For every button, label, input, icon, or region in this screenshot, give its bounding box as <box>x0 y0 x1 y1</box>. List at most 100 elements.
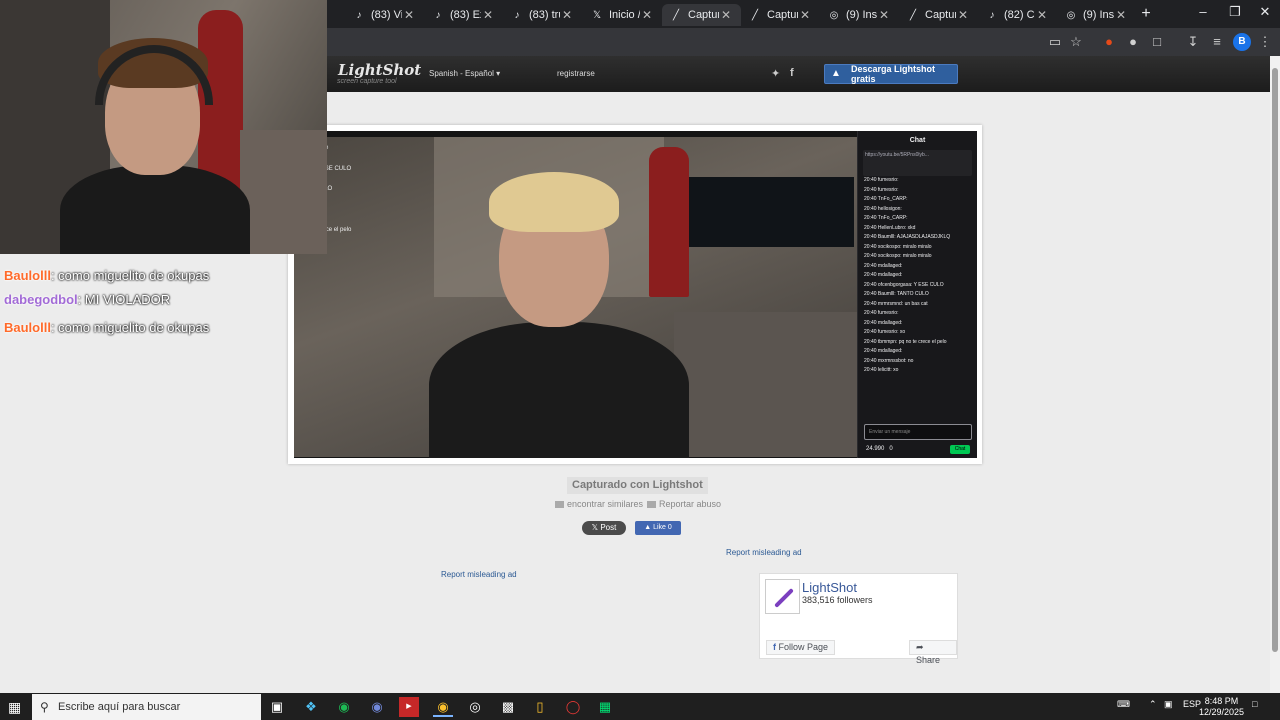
browser-tab[interactable]: ◎ (9) Insta✕ <box>1057 4 1136 26</box>
kick-icon[interactable]: ▦ <box>595 697 615 717</box>
tab-title: (82) Cons <box>1004 9 1035 21</box>
follow-page-button[interactable]: f Follow Page <box>766 640 836 655</box>
windows-start-icon[interactable]: ▦ <box>8 699 21 716</box>
obs-icon[interactable]: ◎ <box>465 697 485 717</box>
minimize-button[interactable]: – <box>1188 4 1218 19</box>
chat-message: 20:40 mdallaged: <box>864 262 903 269</box>
close-tab-icon[interactable]: ✕ <box>956 8 970 22</box>
tiktok-icon: ♪ <box>356 9 362 21</box>
find-similar-link[interactable]: encontrar similares <box>555 499 643 509</box>
taskbar-search[interactable]: ⚲ Escribe aquí para buscar <box>32 694 261 720</box>
lightshot-icon: ╱ <box>672 9 680 21</box>
chat-message: 20:40 mdallaged: <box>864 319 903 326</box>
cast-icon[interactable]: ▭ <box>1046 33 1064 51</box>
download-icon: ▲ <box>831 68 841 79</box>
close-tab-icon[interactable]: ✕ <box>1114 8 1128 22</box>
new-tab-button[interactable]: + <box>1136 5 1156 23</box>
opera-icon[interactable]: ◯ <box>563 697 583 717</box>
download-lightshot-button[interactable]: ▲ Descarga Lightshot gratis <box>824 64 958 84</box>
channel-points: 24.990 0 <box>866 446 893 452</box>
browser-tab[interactable]: ╱ Captura✕ <box>662 4 741 26</box>
report-abuse-link[interactable]: Reportar abuso <box>647 499 721 509</box>
facebook-icon[interactable]: f <box>790 67 794 79</box>
reading-list-icon[interactable]: ≡ <box>1208 33 1226 51</box>
close-tab-icon[interactable]: ✕ <box>798 8 812 22</box>
chat-messages: 20:40 fumesrio: 20:40 fumesrio: 20:40 TnFo… <box>858 176 977 376</box>
chat-message: 20:40 hellosigon: <box>864 205 902 212</box>
close-tab-icon[interactable]: ✕ <box>481 8 495 22</box>
spotify-icon[interactable]: ◉ <box>334 697 354 717</box>
lightshot-logo[interactable]: LightShot <box>338 61 421 79</box>
capcut-icon[interactable]: ▩ <box>498 697 518 717</box>
close-tab-icon[interactable]: ✕ <box>560 8 574 22</box>
browser-tab[interactable]: ♪ (83) true✕ <box>503 4 582 26</box>
chrome-icon[interactable]: ◉ <box>433 697 453 717</box>
share-button[interactable]: ➦ Share <box>909 640 957 665</box>
profile-avatar[interactable]: B <box>1233 33 1251 51</box>
twitter-icon[interactable]: ✦ <box>771 67 780 80</box>
chat-message: 20:40 xocikospo: miralo miralo <box>864 243 932 250</box>
close-tab-icon[interactable]: ✕ <box>719 8 733 22</box>
close-tab-icon[interactable]: ✕ <box>1035 8 1049 22</box>
chat-input: Enviar un mensaje <box>864 424 972 440</box>
stream-video-frame: mirolo miralepgasa : Y ESE CULOTANTO CUL… <box>294 137 857 458</box>
close-tab-icon[interactable]: ✕ <box>640 8 654 22</box>
task-view-icon[interactable]: ▣ <box>267 697 287 717</box>
video-editor-icon[interactable]: ▶ <box>399 697 419 717</box>
lightshot-icon: ╱ <box>751 9 759 21</box>
browser-tab[interactable]: ♪ (83) Explo✕ <box>424 4 503 26</box>
facebook-like-button[interactable]: ▲ Like 0 <box>635 521 681 535</box>
tab-title: Inicio / X <box>609 9 640 21</box>
browser-tab[interactable]: 𝕏 Inicio / X✕ <box>583 4 662 26</box>
image-icon <box>555 501 564 509</box>
tiktok-icon: ♪ <box>989 9 995 21</box>
download-icon[interactable]: ↧ <box>1184 33 1202 51</box>
file-explorer-icon[interactable]: ▯ <box>530 697 550 717</box>
bookmark-star-icon[interactable]: ☆ <box>1067 33 1085 51</box>
captured-with-label: Capturado con Lightshot <box>567 477 708 494</box>
lightshot-feather-logo[interactable] <box>765 579 800 614</box>
register-link[interactable]: registrarse <box>557 69 595 78</box>
extension-icon[interactable]: ● <box>1100 33 1118 51</box>
maximize-button[interactable]: ❐ <box>1220 4 1250 20</box>
twitch-chat-panel: Chat https://youtu.be/5RPns0lyb... 20:40… <box>857 131 977 458</box>
close-tab-icon[interactable]: ✕ <box>402 8 416 22</box>
browser-tab[interactable]: ╱ Captura✕ <box>741 4 820 26</box>
report-ad-link[interactable]: Report misleading ad <box>441 570 517 579</box>
kebab-menu-icon[interactable]: ⋮ <box>1256 33 1274 51</box>
keyboard-icon[interactable]: ⌨ <box>1117 699 1130 710</box>
screenshot-image[interactable]: mirolo miralepgasa : Y ESE CULOTANTO CUL… <box>294 131 977 458</box>
instagram-icon: ◎ <box>1066 9 1076 21</box>
overlay-chat-message: Baulolll: como miguelito de okupas <box>4 320 209 335</box>
fb-page-name[interactable]: LightShot <box>802 580 857 595</box>
tab-title: Captura <box>767 9 798 21</box>
facebook-page-widget: LightShot 383,516 followers f Follow Pag… <box>759 573 958 665</box>
chevron-up-icon[interactable]: ⌃ <box>1149 699 1157 710</box>
language-selector[interactable]: Spanish - Español ▾ <box>429 69 500 78</box>
puzzle-extensions-icon[interactable]: □ <box>1148 33 1166 51</box>
system-clock[interactable]: 8:48 PM 12/29/2025 <box>1199 696 1244 718</box>
copilot-icon[interactable]: ❖ <box>301 697 321 717</box>
chat-message: 20:40 lelicitt: xo <box>864 367 899 373</box>
scrollbar-thumb[interactable] <box>1272 68 1278 652</box>
browser-tab[interactable]: ♪ (82) Cons✕ <box>978 4 1057 26</box>
extension-icon[interactable]: ● <box>1124 33 1142 51</box>
close-tab-icon[interactable]: ✕ <box>877 8 891 22</box>
close-window-button[interactable]: ✕ <box>1250 4 1280 20</box>
chat-send-button: Chat <box>950 445 970 454</box>
report-ad-link[interactable]: Report misleading ad <box>726 548 802 557</box>
chat-message: 20:40 mxrmnssbot: no <box>864 357 914 364</box>
chat-message: 20:40 tbmmpn: pq no te crece el pelo <box>864 338 947 345</box>
santa-costume <box>649 147 689 297</box>
discord-icon[interactable]: ◉ <box>367 697 387 717</box>
browser-tab[interactable]: ♪ (83) Video✕ <box>345 4 424 26</box>
overlay-chat-user: Baulolll <box>4 268 51 283</box>
network-icon[interactable]: ▣ <box>1164 699 1173 710</box>
browser-tab[interactable]: ╱ Captura✕ <box>899 4 978 26</box>
tab-title: (83) Video <box>371 9 402 21</box>
chat-message: 20:40 fumesrio: <box>864 177 899 183</box>
webcam-overlay <box>0 0 327 254</box>
browser-tab[interactable]: ◎ (9) Insta✕ <box>820 4 899 26</box>
notifications-icon[interactable]: □ <box>1252 699 1257 709</box>
x-post-button[interactable]: 𝕏 Post <box>582 521 626 535</box>
